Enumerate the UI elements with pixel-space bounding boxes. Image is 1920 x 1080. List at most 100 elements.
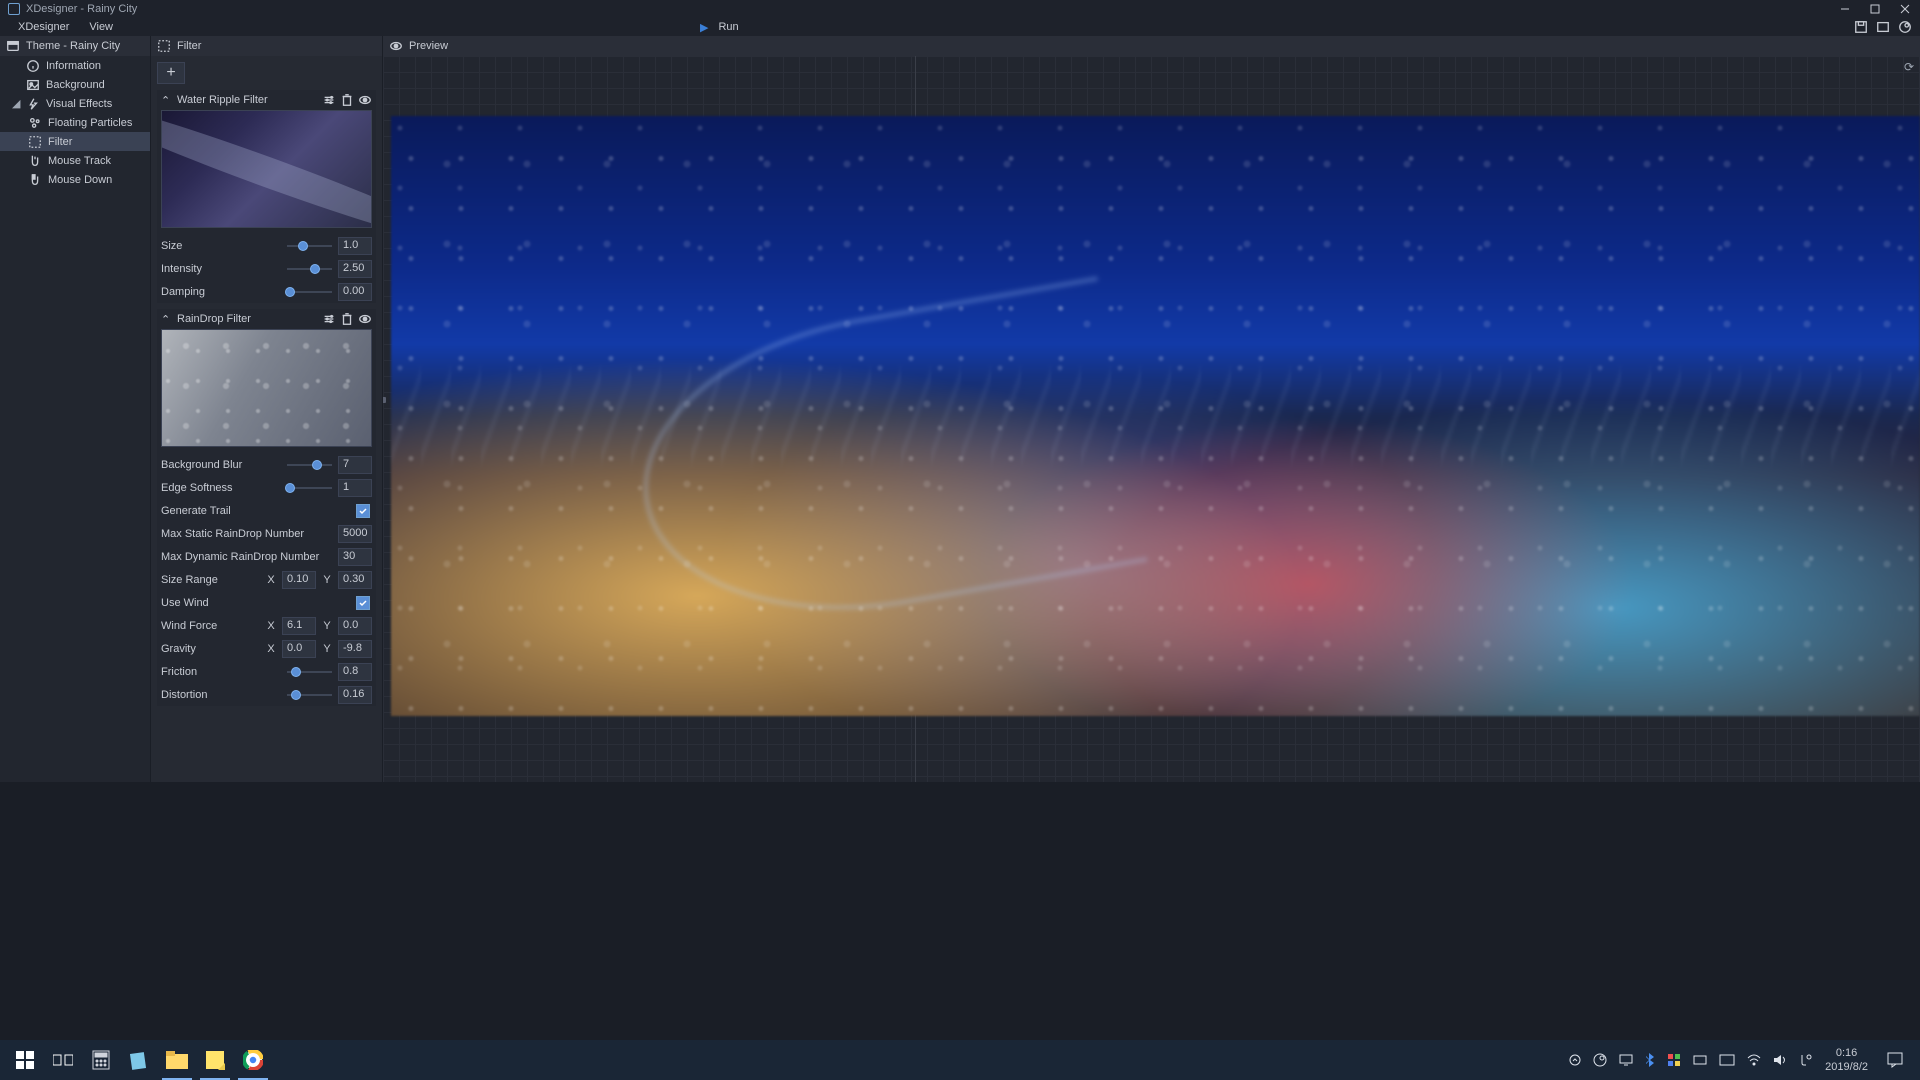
tray-wifi-icon[interactable] [1743, 1054, 1765, 1066]
filter-delete-icon[interactable] [340, 93, 354, 107]
prop-y-gravity[interactable]: -9.8 [338, 640, 372, 658]
x-label: X [266, 643, 276, 655]
prop-value-max-static-raindrop-number[interactable]: 5000 [338, 525, 372, 543]
menu-xdesigner[interactable]: XDesigner [8, 21, 79, 33]
prop-value-max-dynamic-raindrop-number[interactable]: 30 [338, 548, 372, 566]
tree-node-filter[interactable]: Filter [0, 132, 150, 151]
prop-x-gravity[interactable]: 0.0 [282, 640, 316, 658]
taskbar-clock[interactable]: 0:16 2019/8/2 [1817, 1046, 1876, 1074]
prop-value-intensity[interactable]: 2.50 [338, 260, 372, 278]
prop-slider-friction[interactable] [287, 666, 332, 678]
fullscreen-icon[interactable] [1876, 20, 1890, 34]
preview-panel-header: Preview [383, 36, 1920, 56]
tray-steam-icon[interactable] [1589, 1053, 1611, 1067]
prop-x-wind-force[interactable]: 6.1 [282, 617, 316, 635]
part-icon [28, 116, 42, 130]
prop-value-size[interactable]: 1.0 [338, 237, 372, 255]
tree-node-label: Filter [48, 136, 72, 148]
tray-ime-icon[interactable] [1795, 1053, 1817, 1067]
prop-slider-size[interactable] [287, 240, 332, 252]
add-filter-button[interactable]: + [157, 62, 185, 84]
tree-node-visual-effects[interactable]: ◢ Visual Effects [0, 94, 150, 113]
theme-icon [6, 39, 20, 53]
theme-panel-header: Theme - Rainy City [0, 36, 150, 56]
prop-value-damping[interactable]: 0.00 [338, 283, 372, 301]
preview-panel: Preview ⟳ [382, 36, 1920, 782]
prop-slider-intensity[interactable] [287, 263, 332, 275]
prop-slider-damping[interactable] [287, 286, 332, 298]
filter-settings-icon[interactable] [322, 312, 336, 326]
x-label: X [266, 574, 276, 586]
prop-label-size-range: Size Range [161, 574, 260, 586]
menu-view[interactable]: View [79, 21, 123, 33]
filter-settings-icon[interactable] [322, 93, 336, 107]
prop-value-friction[interactable]: 0.8 [338, 663, 372, 681]
tree-node-label: Floating Particles [48, 117, 132, 129]
prop-value-edge-softness[interactable]: 1 [338, 479, 372, 497]
tree-node-mouse-down[interactable]: Mouse Down [0, 170, 150, 189]
filter-visibility-icon[interactable] [358, 312, 372, 326]
notification-center-icon[interactable] [1876, 1040, 1914, 1080]
task-view-icon[interactable] [44, 1040, 82, 1080]
notepad-icon[interactable] [120, 1040, 158, 1080]
system-tray [1565, 1053, 1817, 1067]
start-button[interactable] [6, 1040, 44, 1080]
filter-thumbnail [161, 110, 372, 228]
filter-delete-icon[interactable] [340, 312, 354, 326]
prop-slider-background-blur[interactable] [287, 459, 332, 471]
prop-label-gravity: Gravity [161, 643, 260, 655]
chrome-icon[interactable] [234, 1040, 272, 1080]
calculator-icon[interactable] [82, 1040, 120, 1080]
tray-bluetooth-icon[interactable] [1641, 1053, 1659, 1067]
tray-volume-icon[interactable] [1769, 1054, 1791, 1066]
sticky-notes-icon[interactable] [196, 1040, 234, 1080]
resize-handle-left[interactable] [383, 397, 386, 403]
prop-slider-edge-softness[interactable] [287, 482, 332, 494]
preview-artboard [391, 116, 1920, 716]
tree-node-mouse-track[interactable]: Mouse Track [0, 151, 150, 170]
theme-panel: Theme - Rainy City InformationBackground… [0, 36, 150, 782]
tree-node-background[interactable]: Background [0, 75, 150, 94]
tray-monitor-icon[interactable] [1615, 1053, 1637, 1067]
prop-label-edge-softness: Edge Softness [161, 482, 281, 494]
tree-node-label: Visual Effects [46, 98, 112, 110]
prop-value-background-blur[interactable]: 7 [338, 456, 372, 474]
prop-y-wind-force[interactable]: 0.0 [338, 617, 372, 635]
steam-icon[interactable] [1898, 20, 1912, 34]
file-explorer-icon[interactable] [158, 1040, 196, 1080]
window-title: XDesigner - Rainy City [26, 3, 137, 15]
save-icon[interactable] [1854, 20, 1868, 34]
maximize-button[interactable] [1860, 0, 1890, 18]
minimize-button[interactable] [1830, 0, 1860, 18]
title-bar: XDesigner - Rainy City [0, 0, 1920, 18]
prop-label-max-dynamic-raindrop-number: Max Dynamic RainDrop Number [161, 551, 332, 563]
tree-node-information[interactable]: Information [0, 56, 150, 75]
tree-node-floating-particles[interactable]: Floating Particles [0, 113, 150, 132]
prop-slider-distortion[interactable] [287, 689, 332, 701]
preview-panel-title: Preview [409, 40, 448, 52]
y-label: Y [322, 643, 332, 655]
run-label[interactable]: Run [718, 21, 738, 33]
run-play-icon[interactable]: ▶ [700, 21, 708, 34]
tray-chevron-icon[interactable] [1565, 1054, 1585, 1066]
expand-icon[interactable]: ◢ [12, 97, 20, 110]
tray-keyboard-icon[interactable] [1715, 1054, 1739, 1066]
prop-checkbox-generate-trail[interactable] [356, 504, 370, 518]
prop-checkbox-use-wind[interactable] [356, 596, 370, 610]
collapse-icon[interactable]: ⌃ [161, 313, 171, 326]
prop-x-size-range[interactable]: 0.10 [282, 571, 316, 589]
prop-value-distortion[interactable]: 0.16 [338, 686, 372, 704]
tray-graphics-icon[interactable] [1689, 1053, 1711, 1067]
y-label: Y [322, 574, 332, 586]
preview-canvas[interactable]: ⟳ [383, 56, 1920, 782]
tray-security-icon[interactable] [1663, 1053, 1685, 1067]
refresh-icon[interactable]: ⟳ [1904, 60, 1914, 74]
mtrack-icon [28, 154, 42, 168]
prop-y-size-range[interactable]: 0.30 [338, 571, 372, 589]
filter-panel: Filter + ⌃ Water Ripple Filter Size 1.0I… [150, 36, 382, 782]
x-label: X [266, 620, 276, 632]
tree-node-label: Mouse Down [48, 174, 112, 186]
close-button[interactable] [1890, 0, 1920, 18]
collapse-icon[interactable]: ⌃ [161, 94, 171, 107]
filter-visibility-icon[interactable] [358, 93, 372, 107]
